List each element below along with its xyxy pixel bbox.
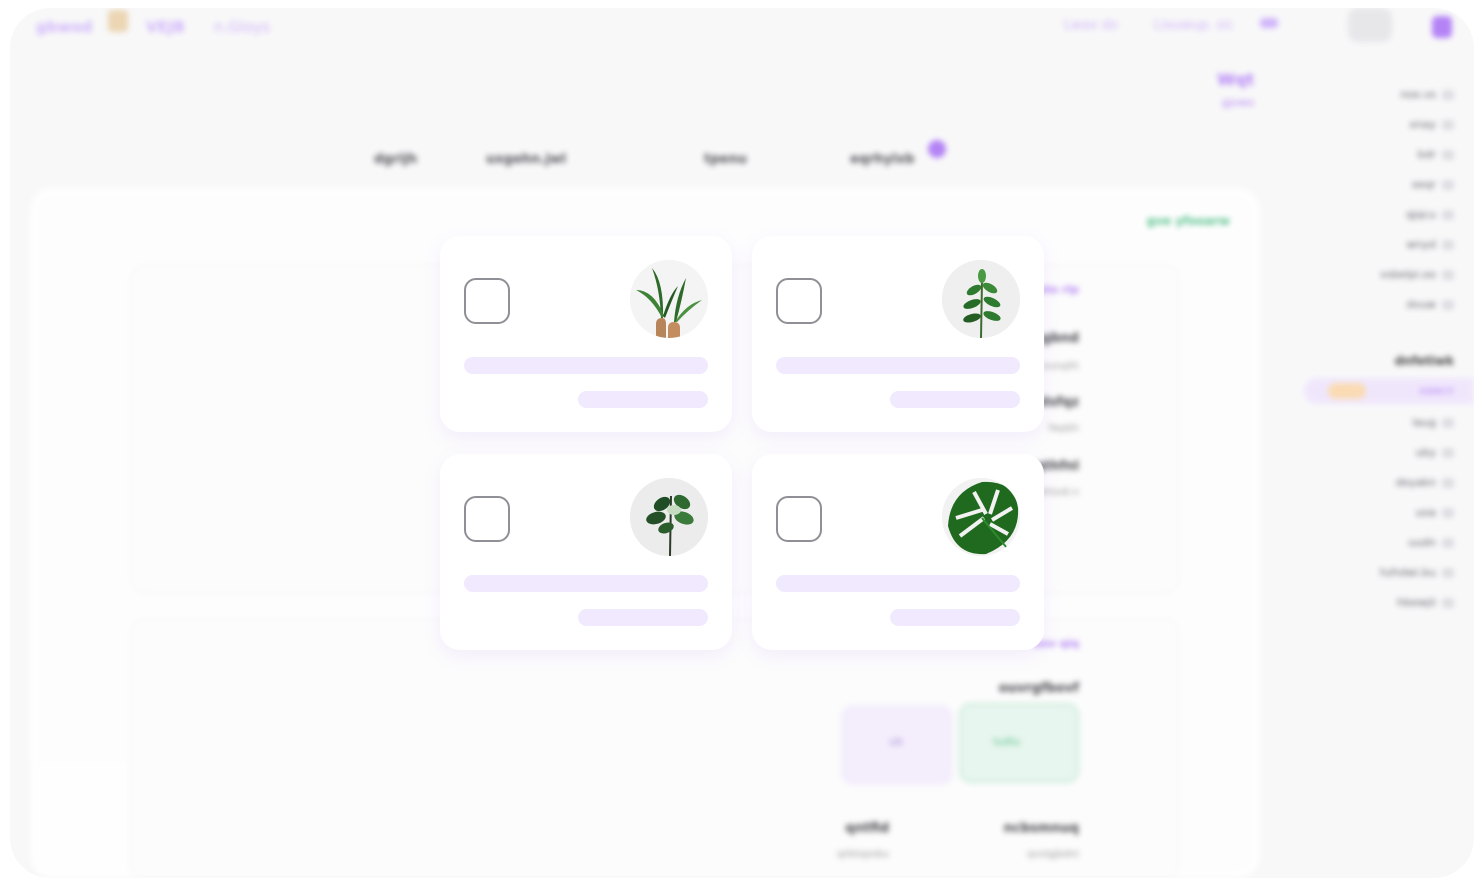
tab-1[interactable]: dgrijh [374,152,417,167]
sidebar-dot-icon [1442,508,1454,518]
nav-link-a[interactable]: VEJB [146,18,185,36]
sidebar-dot-icon [1442,90,1454,100]
sidebar-dot-icon [1442,240,1454,250]
notification-pill[interactable] [1260,18,1278,28]
plan-card: uov qiq ouvrgfbovf ub ludlu qntfid qrbte… [130,618,1180,878]
bottom-right-label: ncbsmnuq [1003,821,1079,836]
sidebar-section-head: dnfetiwk [1394,354,1454,368]
page-subtitle[interactable]: gjvwo [1222,96,1254,109]
sidebar-dot-icon [1442,180,1454,190]
plant-price-placeholder [578,609,708,626]
plant-name-placeholder [464,357,708,374]
sidebar-dot-icon [1442,478,1454,488]
plant-checkbox[interactable] [464,278,510,324]
info-row-sub: eunqlih [1041,361,1079,372]
sidebar-item[interactable]: uudn [1408,536,1454,549]
sidebar-tag [1328,383,1366,399]
tab-bar: dgrijh uxgehn.jwl tpenu eqrhylxb [370,140,950,178]
sidebar-item[interactable]: dvuw [1407,298,1454,311]
plant-card[interactable] [752,236,1044,432]
tab-4[interactable]: eqrhylxb [850,152,914,167]
avatar[interactable] [1348,8,1392,42]
fiddle-leaf-fig-icon [630,478,708,556]
bottom-left-sub: qrbtepobu [836,849,889,860]
sidebar-item[interactable]: laug [1412,416,1454,429]
bottom-left-label: qntfid [845,821,889,836]
sidebar-item[interactable]: hbewjii [1397,596,1454,609]
plan-option-b[interactable]: ludlu [959,703,1079,783]
sidebar-dot-icon [1442,568,1454,578]
rubber-tree-sapling-icon [942,260,1020,338]
tab-2[interactable]: uxgehn.jwl [486,152,566,167]
plant-card[interactable] [440,454,732,650]
nav-link-right-b[interactable]: Liouwup. sic [1154,18,1234,33]
main-green-link[interactable]: gve yfooarw [1147,214,1230,228]
sidebar-dot-icon [1442,210,1454,220]
sidebar-item[interactable]: deyakn [1396,476,1454,489]
plant-price-placeholder [890,391,1020,408]
top-bar: gbwod VEJB n.Gloys Lwax do Liouwup. sic [10,8,1474,48]
sidebar-item[interactable]: qjqcu [1406,208,1454,221]
plant-name-placeholder [776,357,1020,374]
sidebar-dot-icon [1442,150,1454,160]
sidebar-item[interactable]: bdr [1418,148,1454,161]
sidebar-dot-icon [1442,418,1454,428]
plant-price-placeholder [890,609,1020,626]
sidebar: nox.vs xnay bdr xeqr qjqcu wnyd vsbelpi.… [1288,58,1474,778]
sidebar-item[interactable]: uoa [1416,506,1454,519]
plant-name-placeholder [776,575,1020,592]
sidebar-item[interactable]: uby [1416,446,1454,459]
sidebar-item[interactable]: hzhdwi.bu [1380,566,1454,579]
nav-link-b[interactable]: n.Gloys [214,18,270,36]
plant-checkbox[interactable] [776,278,822,324]
brand-text[interactable]: gbwod [36,18,92,36]
sidebar-item[interactable]: xeqr [1412,178,1454,191]
plant-name-placeholder [464,575,708,592]
plant-card[interactable] [752,454,1044,650]
sidebar-active-label: xawcn [1418,384,1454,397]
plant-checkbox[interactable] [776,496,822,542]
shopping-bag-icon[interactable] [1432,16,1452,38]
sidebar-dot-icon [1442,300,1454,310]
sidebar-dot-icon [1442,270,1454,280]
sidebar-item[interactable]: wnyd [1407,238,1454,251]
nav-link-right-a[interactable]: Lwax do [1064,18,1118,33]
tab-badge [928,140,946,158]
sidebar-dot-icon [1442,538,1454,548]
plant-selection-grid [440,236,1044,650]
page-title: Wqt [1217,70,1254,89]
info-row-sub: fwpbh [1048,423,1079,434]
tab-3[interactable]: tpenu [704,152,747,167]
plan-option-a[interactable]: ub [841,705,953,785]
plant-card[interactable] [440,236,732,432]
sidebar-active-item[interactable]: xawcn [1304,378,1474,404]
monstera-leaf-icon [942,478,1020,556]
bottom-right-sub: qvxlgjbdni [1027,849,1079,860]
plant-checkbox[interactable] [464,496,510,542]
sidebar-dot-icon [1442,448,1454,458]
brand-logo-icon [108,10,128,32]
plant-price-placeholder [578,391,708,408]
sidebar-item[interactable]: nox.vs [1400,88,1454,101]
sidebar-dot-icon [1442,120,1454,130]
sidebar-dot-icon [1442,598,1454,608]
sidebar-item[interactable]: vsbelpi.oo [1380,268,1454,281]
plan-card-label: ouvrgfbovf [998,681,1079,696]
potted-banana-plant-icon [630,260,708,338]
sidebar-item[interactable]: xnay [1409,118,1454,131]
